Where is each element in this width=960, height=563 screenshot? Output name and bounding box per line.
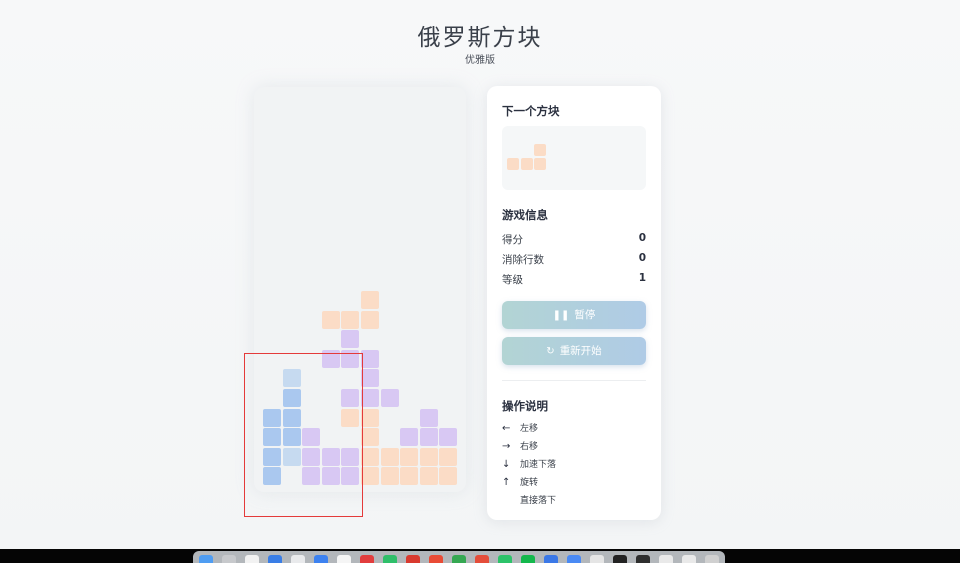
dock-app-icon[interactable] [245, 555, 259, 563]
board-cell [439, 428, 458, 447]
restart-button-label: 重新开始 [559, 345, 602, 357]
board-cell [400, 467, 419, 486]
dock-app-icon[interactable] [590, 555, 604, 563]
dock-app-icon[interactable] [636, 555, 650, 563]
dock-app-icon[interactable] [429, 555, 443, 563]
dock-app-icon[interactable] [406, 555, 420, 563]
dock-app-icon[interactable] [337, 555, 351, 563]
control-label: 直接落下 [520, 496, 557, 506]
board-cell [400, 428, 419, 447]
next-piece-title: 下一个方块 [502, 104, 560, 118]
stat-label: 得分 [502, 234, 523, 246]
board-cell [419, 408, 438, 427]
board-cell [361, 291, 379, 309]
control-soft-drop: ↓ 加速下落 [502, 457, 646, 471]
board-cell [361, 369, 379, 388]
dock-app-icon[interactable] [682, 555, 696, 563]
board-cell [361, 408, 379, 427]
stat-label: 等级 [502, 274, 523, 286]
board-cell [321, 310, 340, 329]
dock-app-icon[interactable] [360, 555, 374, 563]
board-cell [419, 428, 438, 447]
control-move-left: ← 左移 [502, 421, 646, 435]
pause-button-label: 暂停 [574, 309, 596, 321]
pause-icon: ❚❚ [552, 310, 570, 321]
board-cell [361, 467, 379, 486]
board-cell [439, 447, 458, 466]
control-label: 左移 [520, 424, 539, 434]
stat-score: 得分 0 [502, 232, 646, 246]
dock-app-icon[interactable] [383, 555, 397, 563]
board-cell [361, 447, 379, 466]
board-cell [361, 428, 379, 447]
next-piece-cell [534, 157, 546, 170]
next-piece-cell [520, 157, 533, 170]
dock-app-icon[interactable] [268, 555, 282, 563]
dock-app-icon[interactable] [291, 555, 305, 563]
board-cell [361, 349, 379, 368]
controls-title: 操作说明 [502, 399, 548, 413]
arrow-left-icon: ← [502, 423, 511, 434]
board-cell [341, 310, 360, 329]
dock-app-icon[interactable] [452, 555, 466, 563]
pause-button[interactable]: ❚❚ 暂停 [502, 301, 646, 329]
dock-app-icon[interactable] [544, 555, 558, 563]
board-cell [400, 447, 419, 466]
dock-app-icon[interactable] [498, 555, 512, 563]
control-label: 旋转 [520, 478, 539, 488]
stat-value: 1 [638, 272, 646, 284]
control-label: 加速下落 [520, 460, 557, 470]
arrow-right-icon: → [502, 441, 511, 452]
next-piece-cell [534, 144, 546, 156]
side-panel: 下一个方块 游戏信息 得分 0 消除行数 0 等级 1 ❚❚ 暂停 ↻ 重新开始 操… [487, 86, 661, 520]
control-rotate: ↑ 旋转 [502, 475, 646, 489]
dock-app-icon[interactable] [314, 555, 328, 563]
dock [193, 551, 725, 563]
page-subtitle: 优雅版 [465, 55, 495, 66]
board-cell [361, 310, 379, 329]
dock-app-icon[interactable] [199, 555, 213, 563]
board-cell [380, 447, 399, 466]
stat-level: 等级 1 [502, 272, 646, 286]
control-label: 右移 [520, 442, 539, 452]
dock-app-icon[interactable] [705, 555, 719, 563]
arrow-up-icon: ↑ [502, 477, 511, 488]
divider [502, 380, 646, 381]
control-move-right: → 右移 [502, 439, 646, 453]
arrow-down-icon: ↓ [502, 459, 511, 470]
dock-app-icon[interactable] [521, 555, 535, 563]
stat-lines-cleared: 消除行数 0 [502, 252, 646, 266]
restart-icon: ↻ [546, 346, 555, 357]
stat-value: 0 [638, 232, 646, 244]
board-cell [380, 389, 399, 407]
restart-button[interactable]: ↻ 重新开始 [502, 337, 646, 365]
next-piece-preview [502, 126, 646, 190]
dock-app-icon[interactable] [659, 555, 673, 563]
control-hard-drop: 直接落下 [502, 493, 646, 507]
game-info-title: 游戏信息 [502, 208, 548, 222]
board-cell [419, 447, 438, 466]
stat-value: 0 [638, 252, 646, 264]
dock-app-icon[interactable] [613, 555, 627, 563]
dock-app-icon[interactable] [475, 555, 489, 563]
page-title: 俄罗斯方块 [417, 25, 543, 51]
board-cell [341, 330, 360, 349]
next-piece-cell [507, 157, 519, 170]
dock-app-icon[interactable] [567, 555, 581, 563]
board-cell [361, 389, 379, 407]
dock-app-icon[interactable] [222, 555, 236, 563]
board-cell [380, 467, 399, 486]
stat-label: 消除行数 [502, 254, 544, 266]
board-cell [419, 467, 438, 486]
selection-rectangle [244, 353, 363, 517]
board-cell [439, 467, 458, 486]
